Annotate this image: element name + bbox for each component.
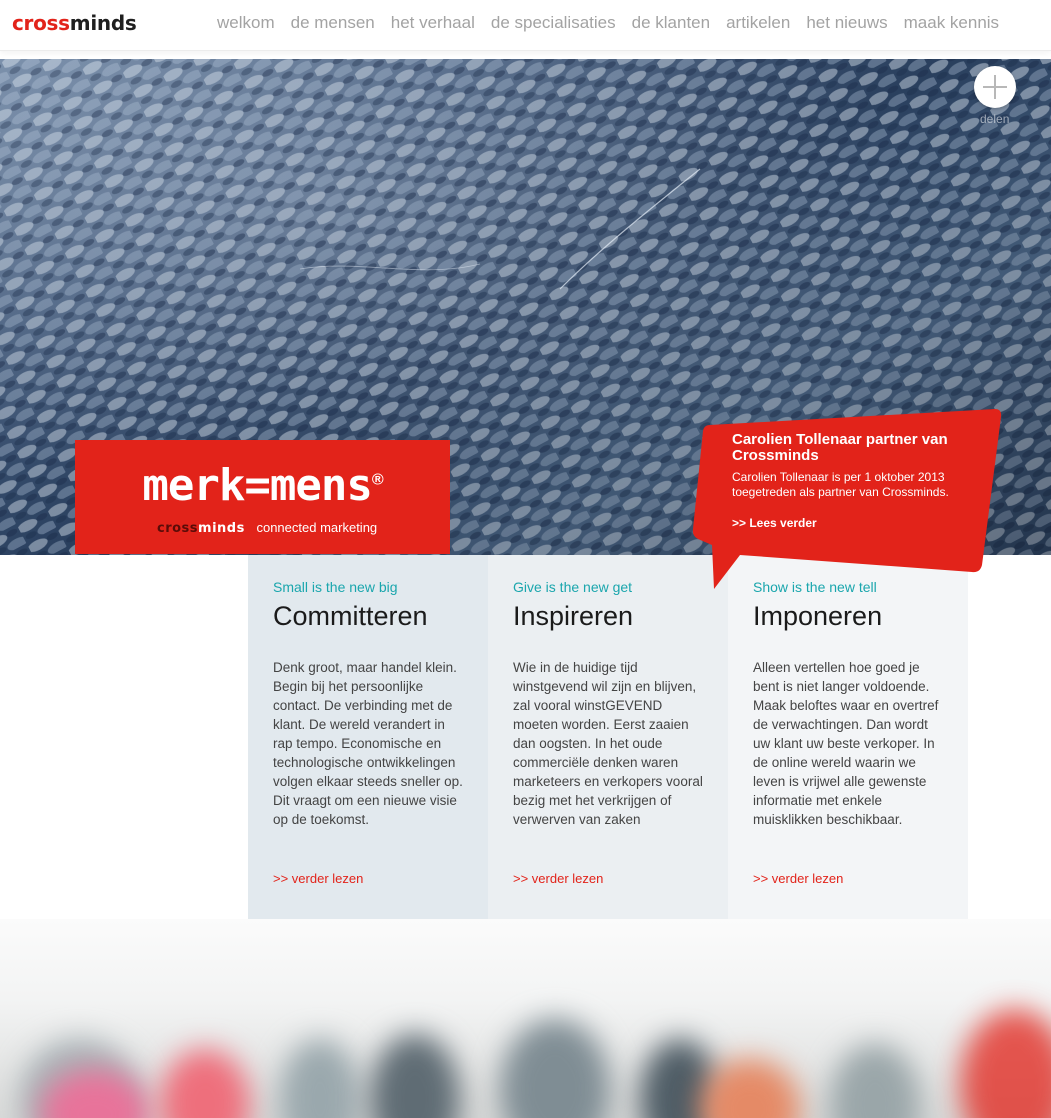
logo-part-minds: minds: [69, 11, 137, 35]
brand-slogan: merk=mens®: [75, 460, 450, 511]
news-title: Carolien Tollenaar partner van Crossmind…: [732, 431, 948, 464]
registered-mark: ®: [371, 471, 384, 489]
blur-shape: [830, 1044, 920, 1118]
nav-item-de-klanten[interactable]: de klanten: [632, 13, 710, 33]
nav-item-het-nieuws[interactable]: het nieuws: [806, 13, 887, 33]
brand-tagline-row: crossminds connected marketing: [157, 520, 377, 536]
nav-item-artikelen[interactable]: artikelen: [726, 13, 790, 33]
news-item: Carolien Tollenaar partner van Crossmind…: [732, 431, 972, 531]
blur-shape: [280, 1039, 360, 1118]
nav-item-welkom[interactable]: welkom: [217, 13, 275, 33]
column-body: Wie in de huidige tijd winstgevend wil z…: [513, 660, 703, 827]
share-plus-button[interactable]: [974, 66, 1016, 108]
column-body: Denk groot, maar handel klein. Begin bij…: [273, 660, 463, 827]
nav-item-het-verhaal[interactable]: het verhaal: [391, 13, 475, 33]
column-heading: Imponeren: [753, 601, 883, 631]
nav-item-de-mensen[interactable]: de mensen: [291, 13, 375, 33]
main-nav: welkom de mensen het verhaal de speciali…: [217, 13, 999, 33]
column-body: Alleen vertellen hoe goed je bent is nie…: [753, 660, 939, 827]
read-more-link[interactable]: >> verder lezen: [273, 871, 363, 886]
blur-shape: [370, 1034, 460, 1118]
brand-slogan-text: merk=mens: [142, 460, 372, 511]
column-heading: Inspireren: [513, 601, 634, 631]
blurred-crowd-image: [0, 919, 1051, 1118]
news-summary: Carolien Tollenaar is per 1 oktober 2013…: [732, 470, 949, 499]
read-more-link[interactable]: >> verder lezen: [513, 871, 603, 886]
nav-item-maak-kennis[interactable]: maak kennis: [904, 13, 999, 33]
mini-logo-part-cross: cross: [157, 521, 199, 536]
top-navigation-bar: crossminds welkom de mensen het verhaal …: [0, 0, 1051, 51]
blur-shape: [960, 1009, 1051, 1118]
value-columns: Small is the new big Committeren Denk gr…: [248, 555, 968, 919]
brand-tagline: connected marketing: [256, 520, 378, 535]
column-heading: Committeren: [273, 601, 428, 631]
news-read-more-link[interactable]: >> Lees verder: [732, 516, 972, 530]
blur-shape: [500, 1019, 610, 1118]
mini-logo-part-minds: minds: [198, 521, 245, 536]
blur-shape: [700, 1059, 800, 1118]
mini-crossminds-logo: crossminds: [157, 521, 245, 536]
blur-shape: [160, 1049, 250, 1118]
share-label: delen: [980, 112, 1010, 126]
nav-item-de-specialisaties[interactable]: de specialisaties: [491, 13, 616, 33]
logo-part-cross: cross: [12, 11, 70, 35]
column-committeren: Small is the new big Committeren Denk gr…: [248, 555, 488, 919]
column-imponeren: Show is the new tell Imponeren Alleen ve…: [728, 555, 968, 919]
column-inspireren: Give is the new get Inspireren Wie in de…: [488, 555, 728, 919]
column-tagline: Give is the new get: [513, 579, 633, 595]
brand-block: merk=mens® crossminds connected marketin…: [75, 440, 450, 554]
crossminds-logo[interactable]: crossminds: [12, 11, 137, 35]
column-tagline: Small is the new big: [273, 579, 398, 595]
read-more-link[interactable]: >> verder lezen: [753, 871, 843, 886]
